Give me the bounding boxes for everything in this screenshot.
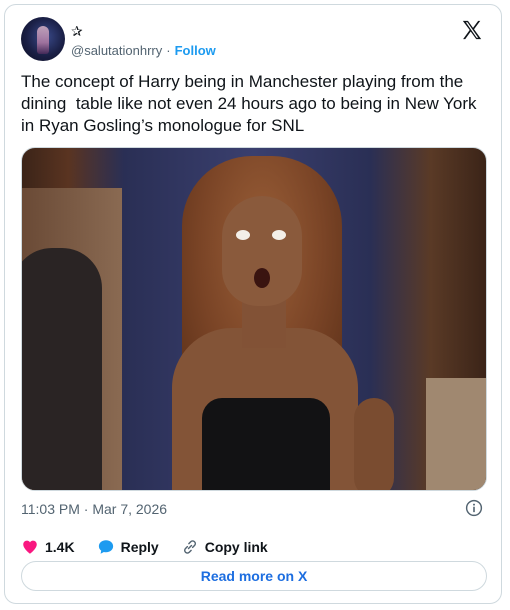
media-eye-right: [272, 230, 286, 240]
media-person-left: [22, 248, 102, 490]
reply-label: Reply: [120, 539, 159, 555]
reply-button[interactable]: Reply: [97, 538, 159, 556]
x-logo-icon[interactable]: [461, 19, 483, 41]
author-handle-row: @salutationhrry · Follow: [71, 43, 216, 58]
avatar[interactable]: [21, 17, 65, 61]
tweet-actions: 1.4K Reply Copy link: [21, 535, 290, 559]
like-button[interactable]: 1.4K: [21, 538, 75, 556]
tweet-media-image[interactable]: [21, 147, 487, 491]
media-bg-right: [426, 378, 486, 490]
media-face: [222, 196, 302, 306]
media-mouth: [254, 268, 270, 288]
tweet-timestamp[interactable]: 11:03 PM · Mar 7, 2026: [21, 501, 167, 517]
copy-link-label: Copy link: [204, 539, 268, 555]
follow-button[interactable]: Follow: [175, 43, 216, 58]
avatar-figure: [37, 26, 49, 54]
like-count: 1.4K: [45, 539, 75, 555]
media-arm: [354, 398, 394, 490]
info-icon[interactable]: [465, 499, 483, 517]
media-dress: [202, 398, 330, 490]
heart-icon: [23, 540, 37, 554]
tweet-text: The concept of Harry being in Manchester…: [21, 72, 482, 135]
read-more-button[interactable]: Read more on X: [21, 561, 487, 591]
author-handle[interactable]: @salutationhrry: [71, 43, 162, 58]
link-icon: [183, 540, 196, 554]
reply-bubble-icon: [98, 540, 113, 554]
copy-link-button[interactable]: Copy link: [181, 538, 268, 556]
handle-separator: ·: [166, 43, 171, 58]
tweet-card: ✰ @salutationhrry · Follow The concept o…: [4, 4, 502, 604]
media-eye-left: [236, 230, 250, 240]
author-name-row[interactable]: ✰: [71, 21, 83, 41]
author-display-name[interactable]: ✰: [71, 23, 83, 39]
